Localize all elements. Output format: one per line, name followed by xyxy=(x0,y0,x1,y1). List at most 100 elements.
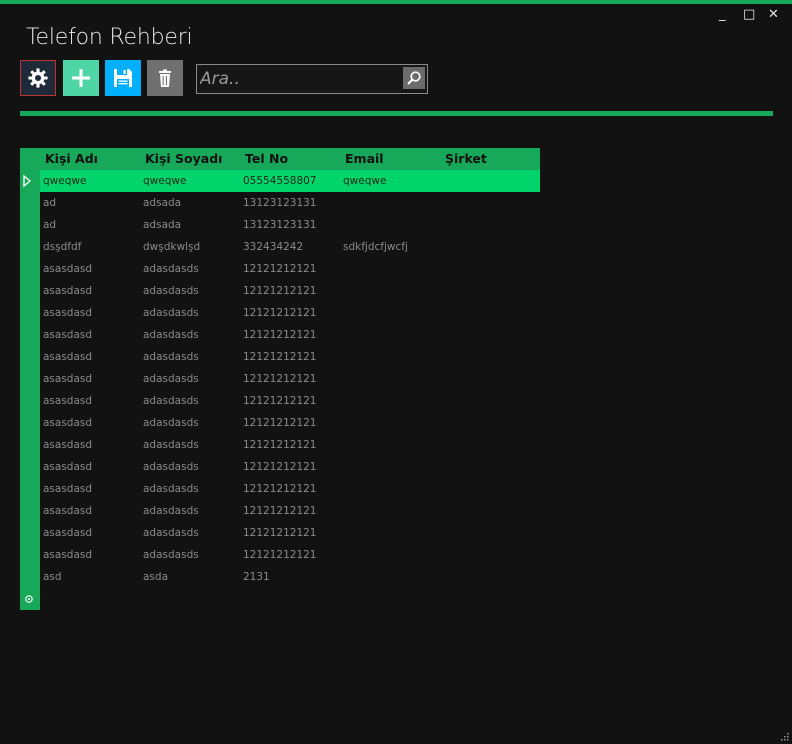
table-row[interactable]: asasdasd adasdasds 12121212121 xyxy=(20,302,540,324)
cell-last-name[interactable]: asda xyxy=(143,571,168,583)
table-row[interactable]: asasdasd adasdasds 12121212121 xyxy=(20,412,540,434)
cell-first-name[interactable]: asasdasd xyxy=(43,549,92,561)
cell-phone[interactable]: 12121212121 xyxy=(243,285,317,297)
contacts-grid[interactable]: Kişi Adı Kişi Soyadı Tel No Email Şirket… xyxy=(20,148,540,610)
column-header-email[interactable]: Email xyxy=(345,151,384,166)
row-header[interactable] xyxy=(20,214,40,236)
table-row[interactable]: asasdasd adasdasds 12121212121 xyxy=(20,544,540,566)
cell-last-name[interactable]: adasdasds xyxy=(143,329,199,341)
table-row[interactable]: ad adsada 13123123131 xyxy=(20,192,540,214)
row-header[interactable] xyxy=(20,500,40,522)
cell-phone[interactable]: 12121212121 xyxy=(243,395,317,407)
cell-last-name[interactable]: adsada xyxy=(143,197,181,209)
table-row[interactable]: qweqwe qweqwe 05554558807 qweqwe xyxy=(20,170,540,192)
cell-phone[interactable]: 12121212121 xyxy=(243,527,317,539)
cell-phone[interactable]: 12121212121 xyxy=(243,505,317,517)
table-row[interactable]: asasdasd adasdasds 12121212121 xyxy=(20,390,540,412)
cell-first-name[interactable]: qweqwe xyxy=(43,175,86,187)
row-header[interactable] xyxy=(20,390,40,412)
cell-last-name[interactable]: adasdasds xyxy=(143,263,199,275)
cell-first-name[interactable]: asasdasd xyxy=(43,417,92,429)
table-row[interactable]: asasdasd adasdasds 12121212121 xyxy=(20,522,540,544)
row-header[interactable] xyxy=(20,478,40,500)
cell-first-name[interactable]: dsşdfdf xyxy=(43,241,81,253)
cell-last-name[interactable]: adasdasds xyxy=(143,483,199,495)
cell-first-name[interactable]: asasdasd xyxy=(43,483,92,495)
cell-last-name[interactable]: adasdasds xyxy=(143,307,199,319)
cell-first-name[interactable]: asasdasd xyxy=(43,527,92,539)
cell-phone[interactable]: 12121212121 xyxy=(243,351,317,363)
table-row[interactable]: asasdasd adasdasds 12121212121 xyxy=(20,456,540,478)
cell-phone[interactable]: 12121212121 xyxy=(243,549,317,561)
row-header[interactable] xyxy=(20,280,40,302)
search-button[interactable] xyxy=(403,67,425,89)
close-button[interactable]: ✕ xyxy=(768,8,779,22)
row-header[interactable] xyxy=(20,588,40,610)
cell-phone[interactable]: 332434242 xyxy=(243,241,303,253)
row-header[interactable] xyxy=(20,192,40,214)
cell-first-name[interactable]: ad xyxy=(43,219,56,231)
cell-phone[interactable]: 12121212121 xyxy=(243,263,317,275)
column-header-phone[interactable]: Tel No xyxy=(245,151,288,166)
cell-last-name[interactable]: qweqwe xyxy=(143,175,186,187)
cell-phone[interactable]: 13123123131 xyxy=(243,219,317,231)
resize-grip-icon[interactable] xyxy=(779,731,789,741)
cell-phone[interactable]: 12121212121 xyxy=(243,373,317,385)
row-header[interactable] xyxy=(20,236,40,258)
cell-first-name[interactable]: asd xyxy=(43,571,62,583)
cell-last-name[interactable]: adasdasds xyxy=(143,505,199,517)
cell-first-name[interactable]: asasdasd xyxy=(43,263,92,275)
row-header[interactable] xyxy=(20,170,40,192)
cell-phone[interactable]: 12121212121 xyxy=(243,483,317,495)
table-row[interactable]: asasdasd adasdasds 12121212121 xyxy=(20,434,540,456)
table-row[interactable]: asasdasd adasdasds 12121212121 xyxy=(20,346,540,368)
cell-last-name[interactable]: adasdasds xyxy=(143,549,199,561)
row-header[interactable] xyxy=(20,324,40,346)
cell-last-name[interactable]: adasdasds xyxy=(143,373,199,385)
cell-email[interactable]: sdkfjdcfjwcfj xyxy=(343,241,408,253)
cell-first-name[interactable]: asasdasd xyxy=(43,373,92,385)
cell-first-name[interactable]: ad xyxy=(43,197,56,209)
row-header[interactable] xyxy=(20,434,40,456)
table-row[interactable]: dsşdfdf dwşdkwlşd 332434242 sdkfjdcfjwcfj xyxy=(20,236,540,258)
table-row[interactable]: ad adsada 13123123131 xyxy=(20,214,540,236)
cell-first-name[interactable]: asasdasd xyxy=(43,505,92,517)
table-row[interactable]: asasdasd adasdasds 12121212121 xyxy=(20,478,540,500)
column-header-first-name[interactable]: Kişi Adı xyxy=(45,151,98,166)
cell-phone[interactable]: 12121212121 xyxy=(243,329,317,341)
search-input[interactable] xyxy=(197,65,401,93)
row-header[interactable] xyxy=(20,566,40,588)
row-header[interactable] xyxy=(20,456,40,478)
save-button[interactable] xyxy=(105,60,141,96)
cell-phone[interactable]: 12121212121 xyxy=(243,417,317,429)
row-header[interactable] xyxy=(20,368,40,390)
column-header-last-name[interactable]: Kişi Soyadı xyxy=(145,151,222,166)
column-header-company[interactable]: Şirket xyxy=(445,151,487,166)
cell-phone[interactable]: 12121212121 xyxy=(243,461,317,473)
cell-first-name[interactable]: asasdasd xyxy=(43,329,92,341)
cell-last-name[interactable]: adasdasds xyxy=(143,351,199,363)
cell-first-name[interactable]: asasdasd xyxy=(43,395,92,407)
cell-first-name[interactable]: asasdasd xyxy=(43,285,92,297)
cell-phone[interactable]: 12121212121 xyxy=(243,439,317,451)
table-row[interactable]: asasdasd adasdasds 12121212121 xyxy=(20,258,540,280)
cell-phone[interactable]: 13123123131 xyxy=(243,197,317,209)
row-header[interactable] xyxy=(20,346,40,368)
cell-phone[interactable]: 05554558807 xyxy=(243,175,317,187)
cell-last-name[interactable]: dwşdkwlşd xyxy=(143,241,200,253)
row-header[interactable] xyxy=(20,412,40,434)
cell-last-name[interactable]: adsada xyxy=(143,219,181,231)
row-header[interactable] xyxy=(20,258,40,280)
settings-button[interactable] xyxy=(20,60,56,96)
cell-phone[interactable]: 12121212121 xyxy=(243,307,317,319)
row-header[interactable] xyxy=(20,544,40,566)
cell-first-name[interactable]: asasdasd xyxy=(43,461,92,473)
minimize-button[interactable]: _ xyxy=(719,8,726,22)
cell-last-name[interactable]: adasdasds xyxy=(143,417,199,429)
cell-last-name[interactable]: adasdasds xyxy=(143,395,199,407)
cell-email[interactable]: qweqwe xyxy=(343,175,386,187)
table-row[interactable]: asasdasd adasdasds 12121212121 xyxy=(20,500,540,522)
cell-last-name[interactable]: adasdasds xyxy=(143,527,199,539)
cell-first-name[interactable]: asasdasd xyxy=(43,307,92,319)
table-row[interactable]: asasdasd adasdasds 12121212121 xyxy=(20,368,540,390)
